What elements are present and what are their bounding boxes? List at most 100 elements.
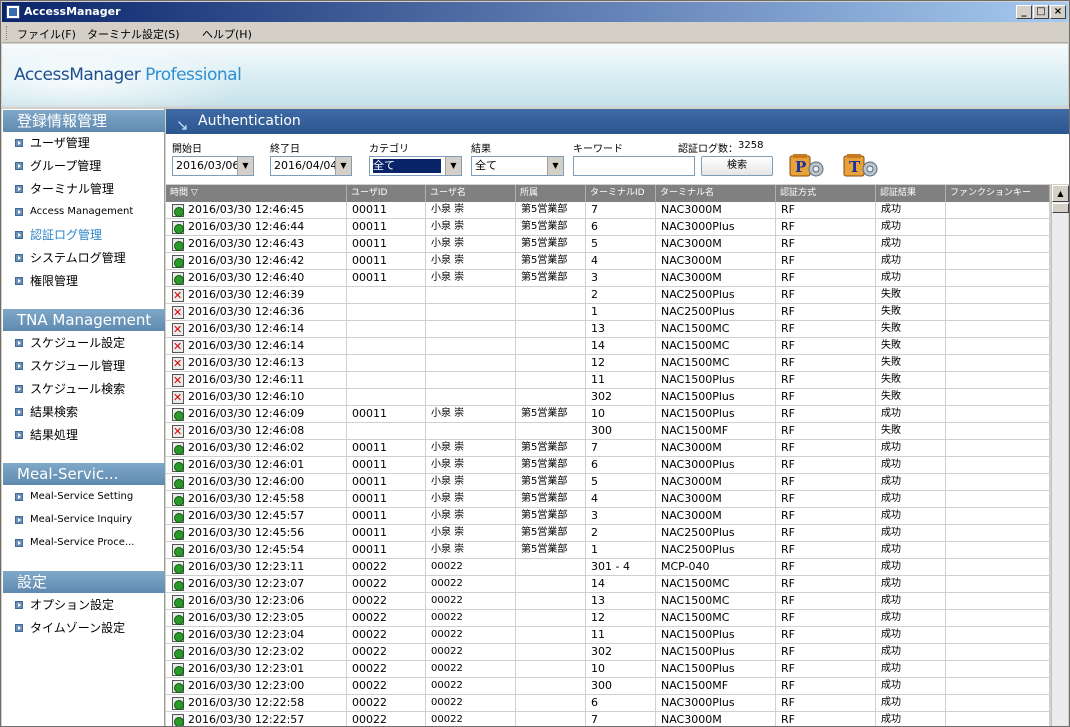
keyword-input[interactable] [573,156,695,176]
cell-uname: 小泉 崇 [426,406,516,423]
table-row[interactable]: 2016/03/30 12:46:01 00011 小泉 崇第5営業部 6 NAC300… [166,457,1050,474]
cell-dept: 第5営業部 [516,236,586,253]
success-status-icon [172,527,184,540]
cell-tid: 12 [586,610,656,627]
table-row[interactable]: 2016/03/30 12:45:56 00011 小泉 崇第5営業部 2 NAC250… [166,525,1050,542]
col-auth-result[interactable]: 認証結果 [876,185,946,202]
sidebar-section-meal-service[interactable]: Meal-Servic... [3,463,165,485]
success-status-icon [172,221,184,234]
start-date-select[interactable]: 2016/03/06 ▼ [172,156,254,176]
cell-uname [426,389,516,406]
table-row[interactable]: 2016/03/30 12:46:36 1NAC2500PlusRF失敗 [166,304,1050,321]
cell-time-text: 2016/03/30 12:46:11 [188,373,305,386]
chevron-down-icon[interactable]: ▼ [547,157,563,175]
cell-time-text: 2016/03/30 12:46:39 [188,288,305,301]
search-button[interactable]: 検索 [701,156,773,176]
col-department[interactable]: 所属 [516,185,586,202]
table-row[interactable]: 2016/03/30 12:46:02 00011 小泉 崇第5営業部 7 NAC300… [166,440,1050,457]
cell-tname: NAC3000M [656,491,776,508]
table-row[interactable]: 2016/03/30 12:45:54 00011 小泉 崇第5営業部 1 NAC250… [166,542,1050,559]
table-row[interactable]: 2016/03/30 12:45:57 00011 小泉 崇第5営業部 3 NAC300… [166,508,1050,525]
end-date-select[interactable]: 2016/04/04 ▼ [270,156,352,176]
cell-tid: 4 [586,491,656,508]
success-status-icon [172,646,184,659]
table-row[interactable]: 2016/03/30 12:46:39 2NAC2500PlusRF失敗 [166,287,1050,304]
title-bar[interactable]: AccessManager _ □ × [2,2,1068,22]
table-row[interactable]: 2016/03/30 12:46:43 00011 小泉 崇第5営業部 5 NAC300… [166,236,1050,253]
cell-result: 成功 [876,542,946,559]
close-button[interactable]: × [1050,5,1066,19]
table-row[interactable]: 2016/03/30 12:23:11 00022 00022 301 - 4 MCP-… [166,559,1050,576]
col-auth-method[interactable]: 認証方式 [776,185,876,202]
col-user-name[interactable]: ユーザ名 [426,185,516,202]
sidebar-section-tna[interactable]: TNA Management [3,309,165,331]
table-row[interactable]: 2016/03/30 12:23:05 00022 00022 12 NAC1500MC… [166,610,1050,627]
fail-status-icon [172,390,184,406]
category-select[interactable]: 全て ▼ [369,156,462,176]
menu-terminal[interactable]: ターミナル設定(S) [87,26,180,42]
table-row[interactable]: 2016/03/30 12:22:57 00022 00022 7 NAC3000M RF… [166,712,1050,726]
cell-uname: 00022 [426,695,516,712]
vertical-scrollbar[interactable]: ▲ [1051,185,1069,726]
minimize-button[interactable]: _ [1016,5,1032,19]
col-terminal-name[interactable]: ターミナル名 [656,185,776,202]
table-row[interactable]: 2016/03/30 12:46:14 13NAC1500MCRF失敗 [166,321,1050,338]
table-row[interactable]: 2016/03/30 12:46:11 11NAC1500PlusRF失敗 [166,372,1050,389]
cell-dept: 第5営業部 [516,270,586,287]
table-row[interactable]: 2016/03/30 12:23:06 00022 00022 13 NAC1500MC… [166,593,1050,610]
chevron-down-icon[interactable]: ▼ [335,157,351,175]
col-terminal-id[interactable]: ターミナルID [586,185,656,202]
cell-dept [516,610,586,627]
table-row[interactable]: 2016/03/30 12:23:02 00022 00022 302 NAC1500P… [166,644,1050,661]
result-select[interactable]: 全て ▼ [471,156,564,176]
print-settings-icon[interactable]: P [788,153,826,180]
table-row[interactable]: 2016/03/30 12:46:45 00011 小泉 崇第5営業部 7 NAC300… [166,202,1050,219]
terminal-settings-icon[interactable]: T [842,153,880,180]
table-row[interactable]: 2016/03/30 12:46:08 300NAC1500MFRF失敗 [166,423,1050,440]
cell-tname: NAC2500Plus [656,542,776,559]
table-row[interactable]: 2016/03/30 12:23:01 00022 00022 10 NAC1500Pl… [166,661,1050,678]
table-row[interactable]: 2016/03/30 12:45:58 00011 小泉 崇第5営業部 4 NAC300… [166,491,1050,508]
table-row[interactable]: 2016/03/30 12:23:07 00022 00022 14 NAC1500MC… [166,576,1050,593]
table-row[interactable]: 2016/03/30 12:46:14 14NAC1500MCRF失敗 [166,338,1050,355]
cell-auth: RF [776,372,876,389]
menu-file[interactable]: ファイル(F) [17,26,76,42]
table-row[interactable]: 2016/03/30 12:46:09 00011 小泉 崇第5営業部 10 NAC15… [166,406,1050,423]
cell-uid [347,355,426,372]
table-row[interactable]: 2016/03/30 12:23:00 00022 00022 300 NAC1500M… [166,678,1050,695]
cell-auth: RF [776,423,876,440]
chevron-down-icon[interactable]: ▼ [445,157,461,175]
cell-time: 2016/03/30 12:23:04 [166,627,347,644]
table-row[interactable]: 2016/03/30 12:23:04 00022 00022 11 NAC1500Pl… [166,627,1050,644]
cell-time: 2016/03/30 12:23:11 [166,559,347,576]
table-row[interactable]: 2016/03/30 12:46:40 00011 小泉 崇第5営業部 3 NAC300… [166,270,1050,287]
success-status-icon [172,204,184,217]
menu-help[interactable]: ヘルプ(H) [202,26,252,42]
col-time[interactable]: 時間 ▽ [166,185,347,202]
scroll-thumb[interactable] [1052,203,1069,213]
cell-time-text: 2016/03/30 12:23:05 [188,611,305,624]
table-row[interactable]: 2016/03/30 12:22:58 00022 00022 6 NAC3000Plu… [166,695,1050,712]
fail-status-icon [172,424,184,440]
table-row[interactable]: 2016/03/30 12:46:42 00011 小泉 崇第5営業部 4 NAC300… [166,253,1050,270]
table-row[interactable]: 2016/03/30 12:46:10 302NAC1500PlusRF失敗 [166,389,1050,406]
table-row[interactable]: 2016/03/30 12:46:13 12NAC1500MCRF失敗 [166,355,1050,372]
col-function-key[interactable]: ファンクションキー [946,185,1050,202]
cell-tname: NAC2500Plus [656,287,776,304]
cell-time-text: 2016/03/30 12:46:42 [188,254,305,267]
col-user-id[interactable]: ユーザID [347,185,426,202]
chevron-down-icon[interactable]: ▼ [237,157,253,175]
cell-time: 2016/03/30 12:23:06 [166,593,347,610]
table-row[interactable]: 2016/03/30 12:46:00 00011 小泉 崇第5営業部 5 NAC300… [166,474,1050,491]
maximize-button[interactable]: □ [1033,5,1049,19]
cell-result: 失敗 [876,321,946,338]
scroll-up-icon[interactable]: ▲ [1052,185,1069,202]
cell-result: 成功 [876,440,946,457]
sidebar-section-registration[interactable]: 登録情報管理 [3,110,165,132]
sidebar-section-settings[interactable]: 設定 [3,571,165,593]
cell-uname: 00022 [426,627,516,644]
cell-time-text: 2016/03/30 12:46:14 [188,322,305,335]
cell-uname: 小泉 崇 [426,253,516,270]
table-row[interactable]: 2016/03/30 12:46:44 00011 小泉 崇第5営業部 6 NAC300… [166,219,1050,236]
app-icon [6,5,20,19]
